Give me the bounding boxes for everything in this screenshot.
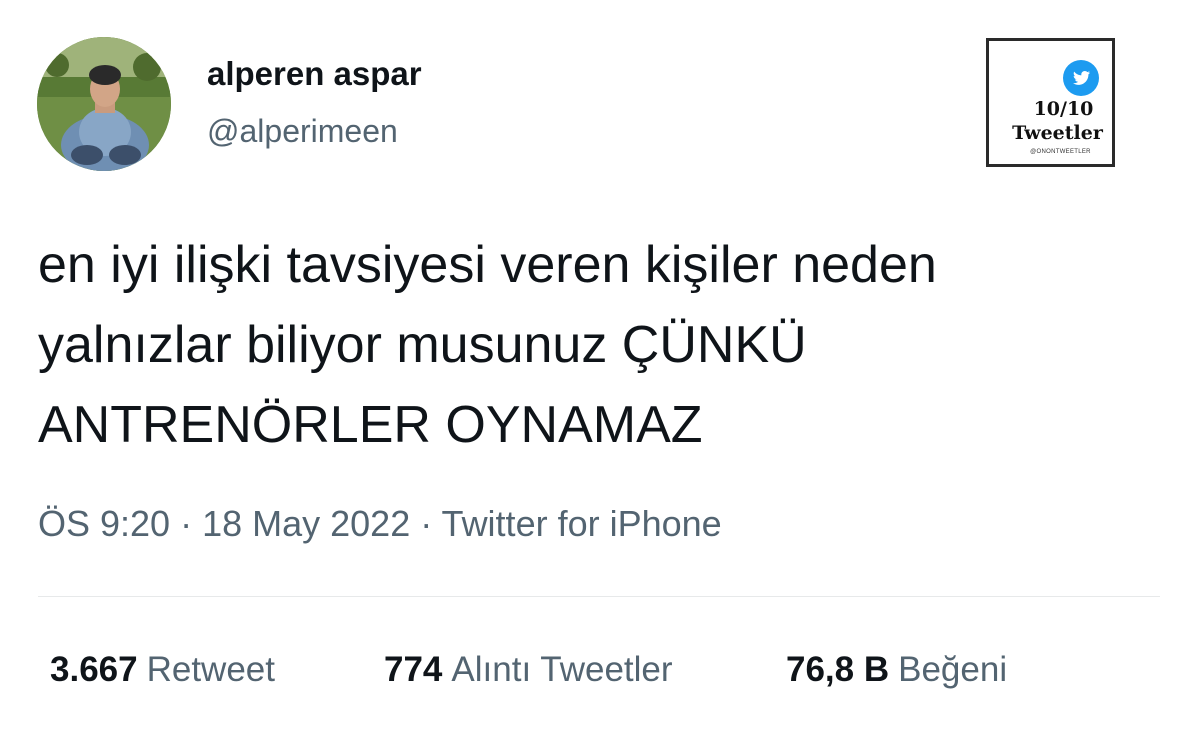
watermark-logo: 10/10 Tweetler @ONONTWEETLER — [986, 38, 1115, 167]
tweet-text-line: en iyi ilişki tavsiyesi veren kişiler ne… — [38, 236, 937, 294]
tweet-timestamp-source[interactable]: ÖS 9:20 · 18 May 2022 · Twitter for iPho… — [38, 503, 722, 545]
user-handle[interactable]: @alperimeen — [207, 113, 398, 150]
quote-count-value: 774 — [384, 650, 443, 689]
retweet-count-label: Retweet — [146, 650, 275, 689]
like-count[interactable]: 76,8 B Beğeni — [786, 650, 1007, 690]
tweet-text-line: yalnızlar biliyor musunuz ÇÜNKÜ — [38, 316, 807, 374]
watermark-title: Tweetler — [1012, 122, 1103, 144]
tweet-text-line: ANTRENÖRLER OYNAMAZ — [38, 396, 703, 454]
twitter-bird-icon — [1063, 60, 1099, 96]
quote-count-label: Alıntı Tweetler — [451, 650, 673, 689]
divider — [38, 596, 1160, 597]
like-count-label: Beğeni — [898, 650, 1008, 689]
tweet-text: en iyi ilişki tavsiyesi veren kişiler ne… — [38, 225, 1168, 465]
like-count-value: 76,8 B — [786, 650, 890, 689]
watermark-score: 10/10 — [1033, 98, 1094, 120]
retweet-count[interactable]: 3.667 Retweet — [50, 650, 275, 690]
display-name[interactable]: alperen aspar — [207, 55, 422, 93]
avatar-photo — [37, 37, 171, 171]
watermark-handle: @ONONTWEETLER — [1030, 149, 1091, 155]
quote-tweet-count[interactable]: 774 Alıntı Tweetler — [384, 650, 673, 690]
avatar[interactable] — [37, 37, 171, 171]
retweet-count-value: 3.667 — [50, 650, 138, 689]
